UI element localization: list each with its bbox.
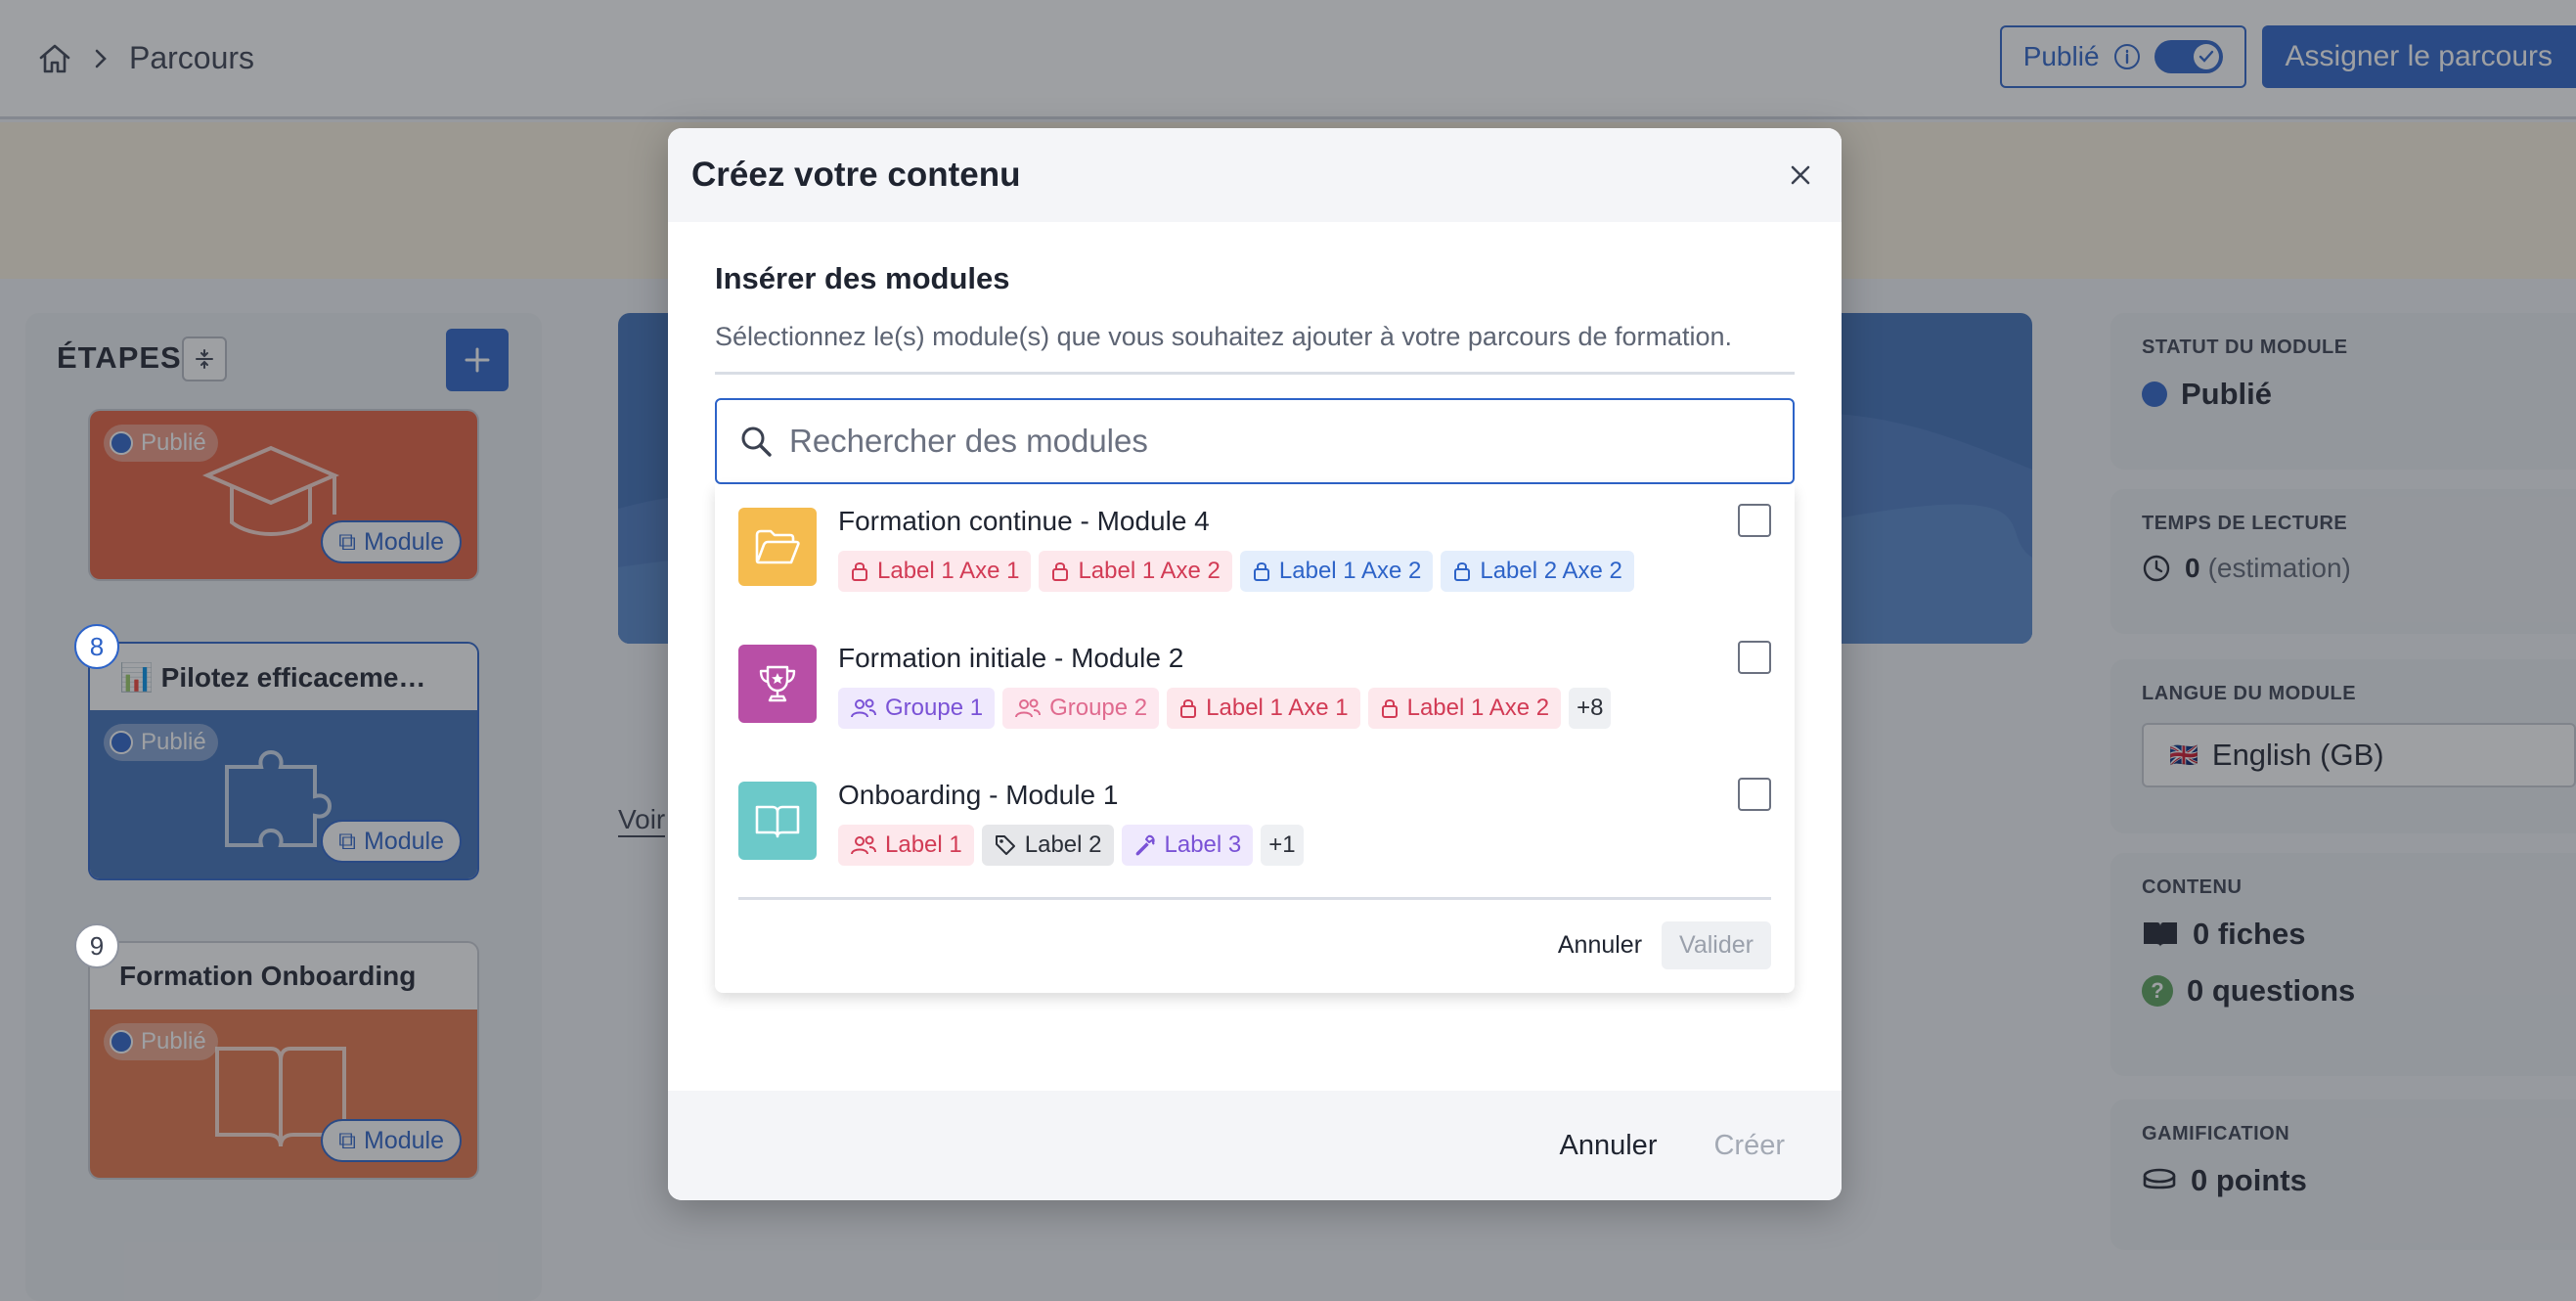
module-tag: Label 1 Axe 2 xyxy=(1239,551,1434,592)
lock-icon xyxy=(1454,562,1471,581)
lock-icon xyxy=(1253,562,1269,581)
module-result-row[interactable]: Formation initiale - Module 2 Groupe 1 G… xyxy=(738,631,1771,768)
trophy-icon xyxy=(759,665,796,702)
module-tag: Label 2 xyxy=(981,825,1114,866)
close-icon xyxy=(1791,165,1810,185)
module-thumbnail xyxy=(738,508,817,586)
create-button[interactable]: Créer xyxy=(1713,1130,1785,1162)
close-button[interactable] xyxy=(1783,157,1818,193)
module-checkbox[interactable] xyxy=(1738,778,1771,811)
results-cancel-button[interactable]: Annuler xyxy=(1558,931,1642,960)
results-actions: Annuler Valider xyxy=(738,921,1771,969)
search-icon xyxy=(741,426,772,457)
lock-icon xyxy=(1052,562,1069,581)
search-results: Formation continue - Module 4 Label 1 Ax… xyxy=(715,484,1795,993)
modal-title: Créez votre contenu xyxy=(691,156,1021,194)
validate-button[interactable]: Valider xyxy=(1662,921,1771,969)
open-book-icon xyxy=(755,805,800,838)
module-thumbnail xyxy=(738,782,817,860)
module-tag: Label 2 Axe 2 xyxy=(1441,551,1634,592)
lock-icon xyxy=(1381,699,1398,718)
module-tag: Label 3 xyxy=(1121,825,1254,866)
module-result-row[interactable]: Formation continue - Module 4 Label 1 Ax… xyxy=(738,494,1771,631)
module-tag: Label 1 Axe 2 xyxy=(1367,688,1562,729)
modal-header: Créez votre contenu xyxy=(668,128,1842,222)
users-icon xyxy=(1015,698,1042,718)
more-tags-badge: +8 xyxy=(1569,688,1612,729)
users-icon xyxy=(851,698,876,718)
module-tags: Label 1 Label 2 Label 3 +1 xyxy=(838,825,1304,866)
section-description: Sélectionnez le(s) module(s) que vous so… xyxy=(715,322,1795,375)
module-title: Onboarding - Module 1 xyxy=(838,780,1119,810)
folder-open-icon xyxy=(755,529,800,564)
wrench-icon xyxy=(1135,834,1155,856)
module-tag: Label 1 Axe 1 xyxy=(1167,688,1360,729)
module-tags: Label 1 Axe 1 Label 1 Axe 2 Label 1 Axe … xyxy=(838,551,1634,592)
section-title: Insérer des modules xyxy=(715,261,1010,295)
module-tag: Label 1 Axe 1 xyxy=(838,551,1032,592)
module-checkbox[interactable] xyxy=(1738,504,1771,537)
users-icon xyxy=(851,835,876,855)
create-content-modal: Créez votre contenu Insérer des modules … xyxy=(668,128,1842,1200)
cancel-button[interactable]: Annuler xyxy=(1560,1130,1658,1162)
lock-icon xyxy=(1180,699,1197,718)
module-title: Formation continue - Module 4 xyxy=(838,506,1210,536)
tag-icon xyxy=(995,835,1015,855)
modal-footer: Annuler Créer xyxy=(668,1091,1842,1200)
module-tag: Groupe 1 xyxy=(838,688,996,729)
module-thumbnail xyxy=(738,645,817,723)
search-input[interactable] xyxy=(789,423,1728,460)
module-tag: Label 1 Axe 2 xyxy=(1039,551,1232,592)
module-tag: Groupe 2 xyxy=(1002,688,1160,729)
step-number-badge: 8 xyxy=(74,624,119,669)
module-result-row[interactable]: Onboarding - Module 1 Label 1 Label 2 La… xyxy=(738,768,1771,905)
step-number-badge: 9 xyxy=(74,923,119,968)
module-tag: Label 1 xyxy=(838,825,974,866)
lock-icon xyxy=(852,562,867,581)
module-tags: Groupe 1 Groupe 2 Label 1 Axe 1 Label 1 … xyxy=(838,688,1612,729)
module-title: Formation initiale - Module 2 xyxy=(838,643,1184,673)
modal-body: Insérer des modules Sélectionnez le(s) m… xyxy=(668,222,1842,993)
module-search-box[interactable] xyxy=(715,398,1795,484)
more-tags-badge: +1 xyxy=(1261,825,1304,866)
module-checkbox[interactable] xyxy=(1738,641,1771,674)
